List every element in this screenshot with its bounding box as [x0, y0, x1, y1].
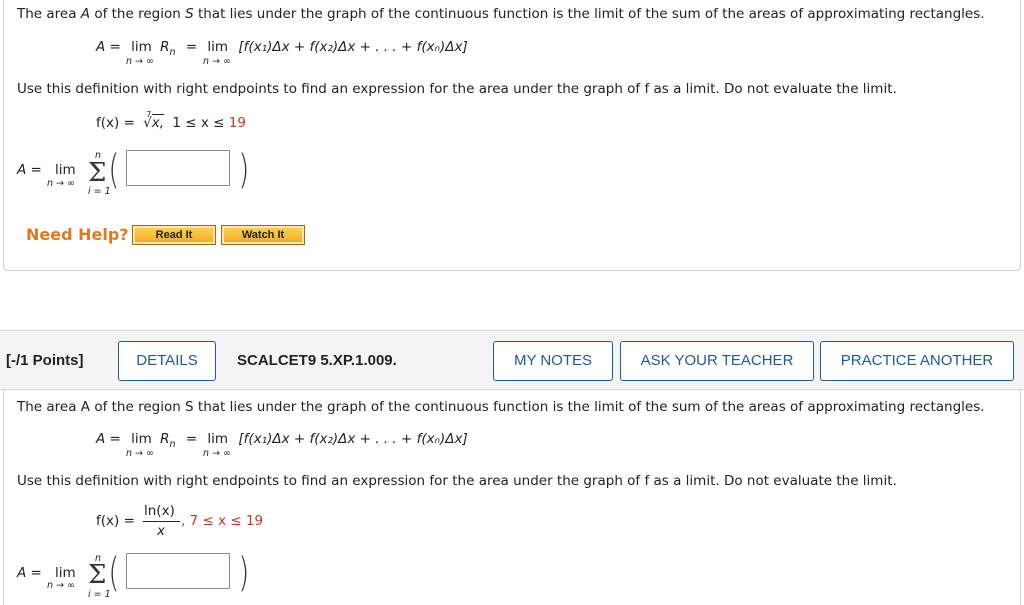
limit-subscript: n → ∞ — [126, 56, 154, 67]
right-paren: ) — [238, 147, 250, 193]
details-button[interactable]: DETAILS — [118, 341, 216, 381]
fraction-denominator: x — [157, 523, 165, 539]
limit-subscript: n → ∞ — [47, 580, 75, 591]
sum-lower-limit: i = 1 — [88, 186, 111, 197]
problem-2-instruction: Use this definition with right endpoints… — [17, 473, 897, 489]
problem-code: SCALCET9 5.XP.1.009. — [237, 352, 397, 369]
lim-label: lim — [55, 565, 76, 581]
right-paren: ) — [238, 550, 250, 596]
ask-your-teacher-button[interactable]: ASK YOUR TEACHER — [620, 341, 814, 381]
domain-end-value: 19 — [228, 115, 246, 131]
read-it-button[interactable]: Read It — [132, 225, 216, 245]
problem-2-intro: The area A of the region S that lies und… — [17, 399, 985, 415]
problem-2-definition-formula: A = lim Rn = lim [f(x₁)Δx + f(x₂)Δx + . … — [96, 431, 468, 450]
answer-input-2[interactable] — [126, 553, 230, 589]
problem-1-instruction: Use this definition with right endpoints… — [17, 81, 897, 97]
limit-subscript: n → ∞ — [203, 448, 231, 459]
answer-input-1[interactable] — [126, 150, 230, 186]
answer-lhs: A = — [17, 162, 42, 178]
left-paren: ( — [108, 147, 120, 193]
sum-lower-limit: i = 1 — [88, 589, 111, 600]
problem-2-domain: , 7 ≤ x ≤ 19 — [181, 513, 264, 529]
need-help-label: Need Help? — [26, 225, 129, 244]
watch-it-button[interactable]: Watch It — [221, 225, 305, 245]
fraction-numerator: ln(x) — [144, 503, 175, 519]
sigma-icon: Σ — [88, 158, 107, 188]
my-notes-button[interactable]: MY NOTES — [493, 341, 613, 381]
lim-label: lim — [55, 162, 76, 178]
limit-subscript: n → ∞ — [126, 448, 154, 459]
function-label: f(x) = — [96, 513, 135, 529]
root-index: 7 — [146, 110, 152, 119]
problem-1-definition-formula: A = lim Rn = lim [f(x₁)Δx + f(x₂)Δx + . … — [96, 39, 468, 58]
answer-lhs: A = — [17, 565, 42, 581]
limit-subscript: n → ∞ — [203, 56, 231, 67]
sigma-icon: Σ — [88, 560, 107, 590]
practice-another-button[interactable]: PRACTICE ANOTHER — [820, 341, 1014, 381]
left-paren: ( — [108, 550, 120, 596]
problem-1-intro: The area A of the region S that lies und… — [17, 6, 985, 22]
fraction-bar — [143, 521, 180, 522]
problem-1-function: f(x) = 7 √x, 1 ≤ x ≤ 19 — [96, 110, 246, 131]
limit-subscript: n → ∞ — [47, 178, 75, 189]
points-label: [-/1 Points] — [6, 352, 84, 369]
